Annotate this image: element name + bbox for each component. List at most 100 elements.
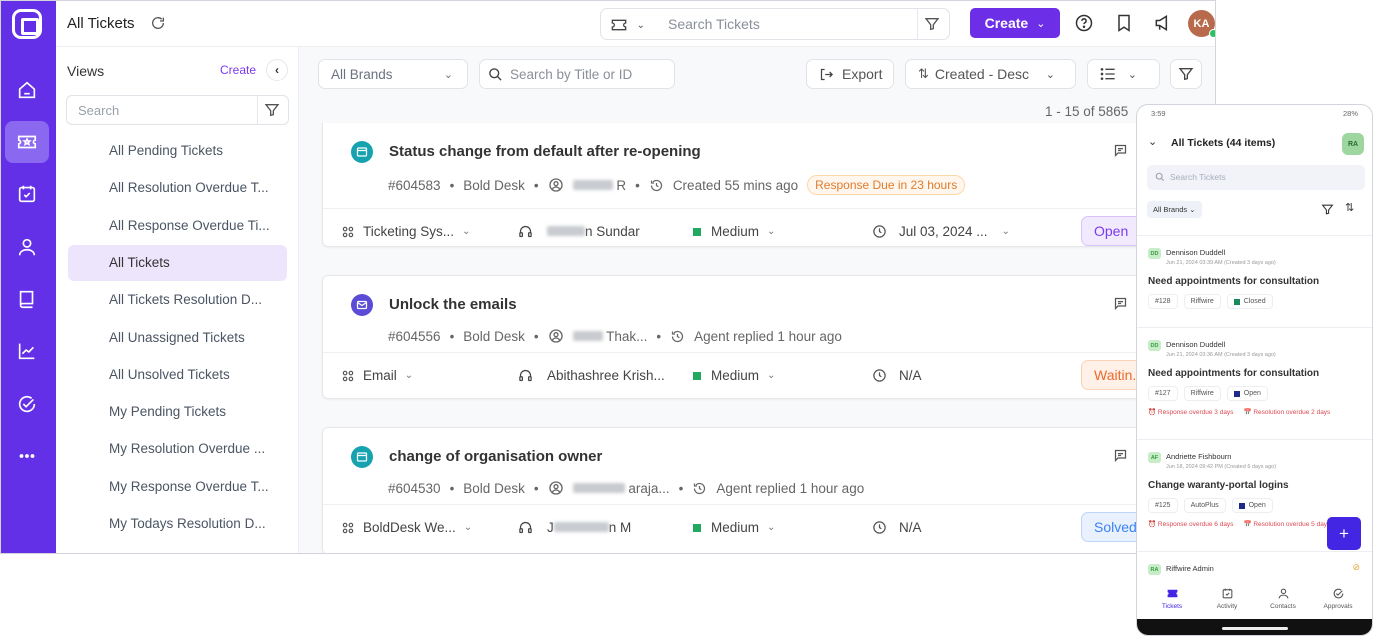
ticket-footer: Email ⌄ Abithashree Krish... Medium ⌄ N/… <box>323 353 1151 399</box>
view-item[interactable]: All Unassigned Tickets <box>68 320 287 356</box>
mobile-user-avatar[interactable]: RA <box>1342 133 1364 155</box>
ticket-meta: #604556 • Bold Desk • Thak... • Agent re… <box>388 328 842 344</box>
agent-select[interactable]: Jn M <box>518 520 631 535</box>
response-overdue-text: Response overdue 3 days <box>1157 409 1234 416</box>
mobile-search-input[interactable]: Search Tickets <box>1147 165 1365 190</box>
rail-tickets[interactable] <box>5 121 49 163</box>
ticket-search-input[interactable]: Search by Title or ID <box>479 59 675 89</box>
view-item[interactable]: My Resolution Overdue ... <box>68 431 287 467</box>
mobile-tab-approvals[interactable]: Approvals <box>1313 587 1363 610</box>
calendar-check-icon <box>1222 588 1232 599</box>
mobile-brand-filter[interactable]: All Brands ⌄ <box>1147 201 1202 218</box>
due-date-value: Jul 03, 2024 ... <box>899 224 988 239</box>
app-logo[interactable] <box>12 9 42 39</box>
mobile-tab-contacts[interactable]: Contacts <box>1258 587 1308 610</box>
bookmark-icon[interactable] <box>1114 13 1134 33</box>
create-view-link[interactable]: Create <box>220 63 256 77</box>
view-item[interactable]: All Resolution Overdue T... <box>68 170 287 206</box>
ticket-id[interactable]: #604530 <box>388 481 441 496</box>
comment-icon[interactable] <box>1113 448 1128 463</box>
ticket-brand: Bold Desk <box>463 328 525 344</box>
rail-reports[interactable] <box>5 330 49 372</box>
agent-select[interactable]: n Sundar <box>518 224 640 239</box>
filter-icon[interactable] <box>1321 203 1334 216</box>
mobile-ticket-item[interactable]: DD Dennison Duddell Jun 21, 2024 03:39 A… <box>1137 235 1372 327</box>
agent-name-text: n M <box>608 520 632 535</box>
ticket-title[interactable]: Unlock the emails <box>389 296 517 313</box>
chevron-down-icon: ⌄ <box>1189 205 1196 214</box>
sort-select[interactable]: ⇅ Created - Desc ⌄ <box>905 59 1076 89</box>
priority-select[interactable]: Medium ⌄ <box>693 368 775 383</box>
layout-select[interactable]: ⌄ <box>1087 59 1160 89</box>
priority-select[interactable]: Medium ⌄ <box>693 520 775 535</box>
view-item[interactable]: All Pending Tickets <box>68 133 287 169</box>
rail-contacts[interactable] <box>5 226 49 268</box>
requester-name[interactable]: Thak... <box>572 329 647 344</box>
rail-approvals[interactable] <box>5 383 49 425</box>
ticket-footer: BoldDesk We... ⌄ Jn M Medium ⌄ N/A Solve… <box>323 505 1151 551</box>
view-item[interactable]: All Unsolved Tickets <box>68 357 287 393</box>
view-item[interactable]: My Response Overdue T... <box>68 469 287 505</box>
brand-select[interactable]: All Brands ⌄ <box>318 59 468 89</box>
ticket-card[interactable]: Unlock the emails #604556 • Bold Desk • … <box>322 275 1151 399</box>
ticket-title[interactable]: Status change from default after re-open… <box>389 143 701 160</box>
mobile-view-title[interactable]: All Tickets (44 items) <box>1171 137 1275 149</box>
view-item[interactable]: All Response Overdue Ti... <box>68 208 287 244</box>
mobile-ticket-item[interactable]: DD Dennison Duddell Jun 21, 2024 03:36 A… <box>1137 327 1372 439</box>
search-scope-select[interactable]: ⌄ <box>611 16 645 32</box>
category-select[interactable]: Email ⌄ <box>341 368 413 383</box>
requester-name-text: araja... <box>628 480 670 496</box>
due-date-select[interactable]: Jul 03, 2024 ... ⌄ <box>872 224 1010 239</box>
ticket-card[interactable]: Status change from default after re-open… <box>322 123 1151 247</box>
view-item[interactable]: All Tickets Resolution D... <box>68 282 287 318</box>
collapse-panel-button[interactable]: ‹ <box>266 59 288 81</box>
ticket-card[interactable]: change of organisation owner #604530 • B… <box>322 427 1151 553</box>
refresh-icon[interactable] <box>150 15 166 31</box>
ticket-footer: Ticketing Sys... ⌄ n Sundar Medium ⌄ Jul… <box>323 209 1151 255</box>
user-avatar[interactable]: KA <box>1188 10 1215 38</box>
rail-activities[interactable] <box>5 173 49 215</box>
mobile-contact-name: Andriette Fishbourn <box>1166 452 1232 461</box>
mobile-tab-tickets[interactable]: Tickets <box>1147 587 1197 610</box>
response-overdue: ⏰ Response overdue 3 days <box>1148 408 1233 416</box>
filter-icon[interactable] <box>924 16 940 32</box>
global-search[interactable]: ⌄ Search Tickets <box>600 8 950 40</box>
comment-icon[interactable] <box>1113 296 1128 311</box>
chevron-down-icon[interactable]: ⌄ <box>1148 135 1157 148</box>
view-item[interactable]: My Pending Tickets <box>68 394 287 430</box>
help-icon[interactable] <box>1074 13 1094 33</box>
ticket-activity: Created 55 mins ago <box>672 177 799 193</box>
search-icon <box>1155 172 1165 182</box>
view-item[interactable]: My Todays Resolution D... <box>68 506 287 542</box>
filter-icon[interactable] <box>264 102 280 118</box>
chevron-down-icon: ⌄ <box>767 226 776 237</box>
advanced-filter-button[interactable] <box>1170 59 1202 89</box>
create-button[interactable]: Create ⌄ <box>970 8 1060 38</box>
category-select[interactable]: BoldDesk We... ⌄ <box>341 520 472 535</box>
requester-name[interactable]: araja... <box>572 480 670 496</box>
rail-more[interactable] <box>5 435 49 477</box>
ticket-title[interactable]: change of organisation owner <box>389 448 602 465</box>
mobile-add-button[interactable]: + <box>1327 517 1361 550</box>
export-icon <box>820 68 834 80</box>
mobile-ticket-status-label: Open <box>1248 501 1266 509</box>
views-search-input[interactable]: Search <box>66 95 289 125</box>
category-select[interactable]: Ticketing Sys... ⌄ <box>341 224 470 239</box>
comment-icon[interactable] <box>1113 143 1128 158</box>
view-item[interactable]: All Tickets <box>68 244 287 281</box>
hidden-eye-icon[interactable]: ⊘ <box>1352 562 1360 573</box>
sort-icon[interactable]: ⇅ <box>1345 201 1354 214</box>
due-date-select[interactable]: N/A <box>872 520 922 535</box>
export-button[interactable]: Export <box>806 59 894 89</box>
rail-knowledge-base[interactable] <box>5 278 49 320</box>
priority-indicator <box>693 371 701 380</box>
ticket-id[interactable]: #604556 <box>388 329 441 344</box>
ticket-id[interactable]: #604583 <box>388 178 441 193</box>
agent-select[interactable]: Abithashree Krish... <box>518 368 665 383</box>
priority-select[interactable]: Medium ⌄ <box>693 224 775 239</box>
rail-home[interactable] <box>5 69 49 111</box>
requester-name[interactable]: R <box>572 178 626 193</box>
announcement-icon[interactable] <box>1153 13 1173 33</box>
mobile-tab-activity[interactable]: Activity <box>1202 587 1252 610</box>
due-date-select[interactable]: N/A <box>872 368 922 383</box>
